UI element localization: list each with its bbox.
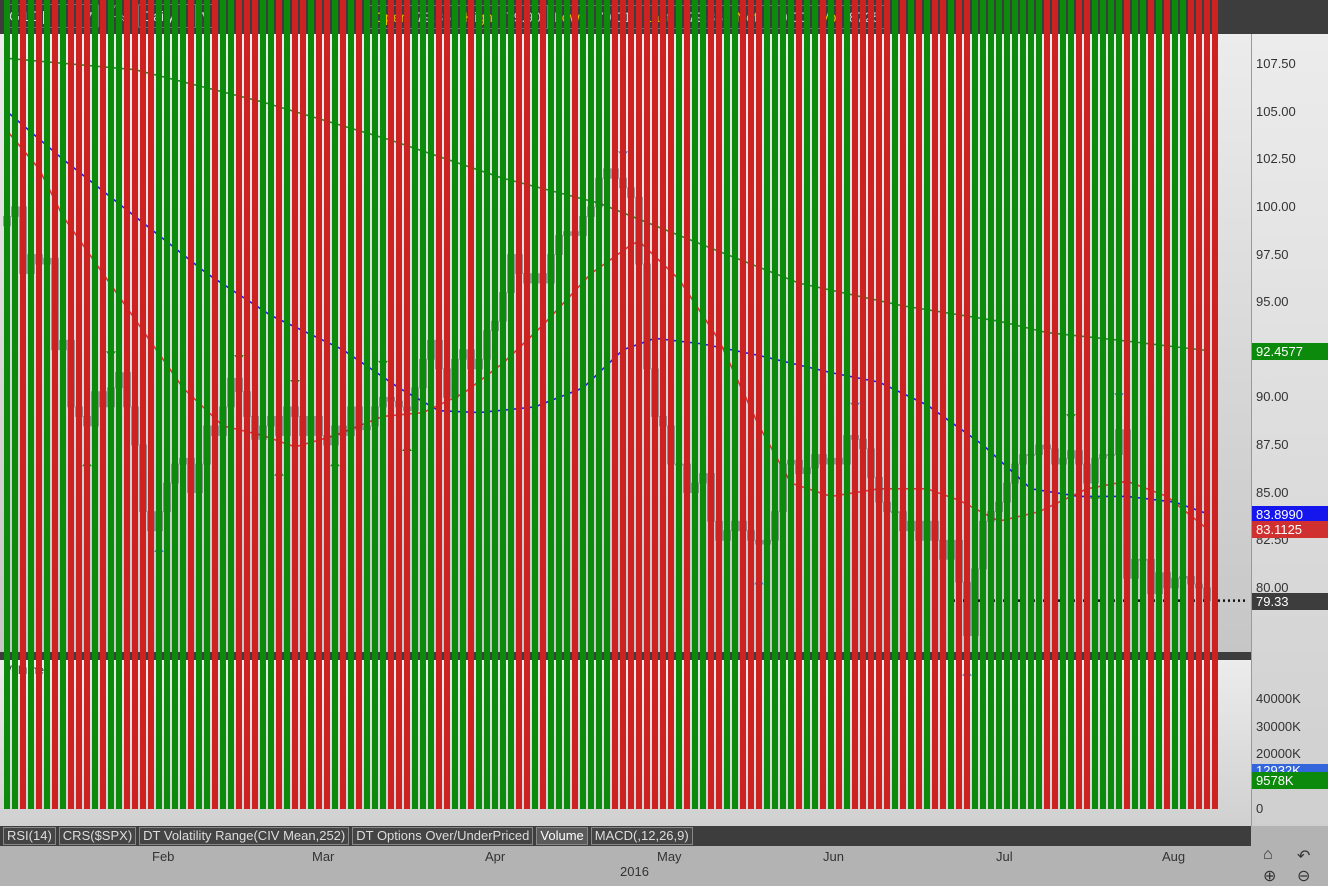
volume-pane[interactable]: Volume (0, 660, 1251, 826)
quote-value: 8725 (848, 9, 880, 25)
pane-separator[interactable] (0, 652, 1251, 660)
quote-label: Net (736, 9, 758, 25)
volume-tick: 40000K (1256, 691, 1301, 706)
month-label-may: May (657, 849, 682, 864)
price-tag-ma200: 92.4577 (1252, 342, 1328, 360)
month-label-aug: Aug (1162, 849, 1186, 864)
tab-macd-12-26-9-[interactable]: MACD(,12,26,9) (590, 827, 693, 845)
price-tick: 100.00 (1256, 198, 1296, 214)
period-select[interactable]: Daily ▼ (138, 4, 214, 28)
quote-value: 79.01 (595, 9, 631, 25)
price-tick: 97.50 (1256, 246, 1289, 262)
tab-rsi-14-[interactable]: RSI(14) (3, 827, 56, 845)
symbol-dropdown-icon[interactable]: ▼ (80, 5, 98, 27)
quote-label: Low (554, 9, 580, 25)
price-tag-last: 79.33 (1252, 592, 1328, 610)
undo-icon[interactable]: ↶ (1297, 846, 1310, 866)
month-label-feb: Feb (152, 849, 175, 864)
home-icon[interactable]: ⌂ (1263, 846, 1273, 864)
quote-label: Last (644, 9, 671, 25)
period-dropdown-icon[interactable]: ▼ (195, 5, 213, 27)
symbol-value: GILD (9, 8, 42, 24)
tab-dt-options-over-underpriced[interactable]: DT Options Over/UnderPriced (352, 827, 534, 845)
price-tick: 107.50 (1256, 56, 1296, 71)
tab-dt-volatility-range-civ-mean-252-[interactable]: DT Volatility Range(CIV Mean,252) (139, 827, 350, 845)
quote-value: 79.90 (505, 9, 541, 25)
zoom-in-icon[interactable]: ⊕ (1263, 866, 1276, 886)
quote-last: Last 79.33 (638, 6, 730, 28)
price-tick: 105.00 (1256, 103, 1296, 119)
price-tick: 102.50 (1256, 151, 1296, 167)
quote-label: Vol (820, 9, 840, 25)
volume-tick: 0 (1256, 801, 1264, 816)
price-tag-ma20: 83.1125 (1252, 520, 1328, 538)
price-tick: 90.00 (1256, 389, 1289, 405)
month-label-apr: Apr (485, 849, 506, 864)
quote-high: High 79.90 (458, 6, 548, 28)
volume-title: Volume (4, 663, 45, 677)
year-label: 2016 (620, 864, 649, 879)
toolbar: GILD| ▼ 🔍︎ Daily ▼ Open 79.86 High 79.90 Low 79… (0, 0, 1328, 34)
period-value: Daily (143, 8, 175, 24)
quote-net: Net 0.00 (730, 6, 814, 28)
volume-tick: 30000K (1256, 718, 1301, 734)
nav-controls: ⌂ ↶ ⊕ ⊖ (1251, 846, 1328, 886)
tab-crs-spx-[interactable]: CRS($SPX) (58, 827, 137, 845)
quote-open: Open 79.86 (368, 6, 458, 28)
symbol-input[interactable]: GILD| ▼ (4, 4, 99, 28)
quote-value: 79.86 (415, 9, 451, 25)
quote-bar: Open 79.86 High 79.90 Low 79.01 Last 79.33 Net 0.… (367, 5, 887, 29)
price-tick: 87.50 (1256, 437, 1289, 452)
month-label-jul: Jul (996, 849, 1013, 864)
price-tick: 95.00 (1256, 294, 1289, 310)
zoom-out-icon[interactable]: ⊖ (1297, 866, 1310, 886)
date-axis: 2016 Feb Mar Apr May Jun Jul Aug (0, 846, 1251, 886)
price-chart[interactable] (0, 34, 1251, 652)
indicator-tabs: RSI(14) CRS($SPX) DT Volatility Range(CIV … (0, 826, 1251, 846)
quote-low: Low 79.01 (548, 6, 638, 28)
tab-volume[interactable]: Volume (536, 827, 588, 845)
quote-label: High (464, 9, 493, 25)
search-icon[interactable]: 🔍︎ (108, 5, 130, 25)
price-tick: 85.00 (1256, 484, 1289, 500)
quote-value: 0.00 (779, 9, 807, 25)
quote-vol: Vol 8725 (814, 6, 886, 28)
month-label-mar: Mar (312, 849, 335, 864)
volume-last-tag: 9578K (1252, 771, 1328, 789)
month-label-jun: Jun (823, 849, 844, 864)
quote-value: 79.33 (687, 9, 723, 25)
volume-tick: 20000K (1256, 746, 1301, 761)
quote-label: Open (374, 9, 409, 25)
